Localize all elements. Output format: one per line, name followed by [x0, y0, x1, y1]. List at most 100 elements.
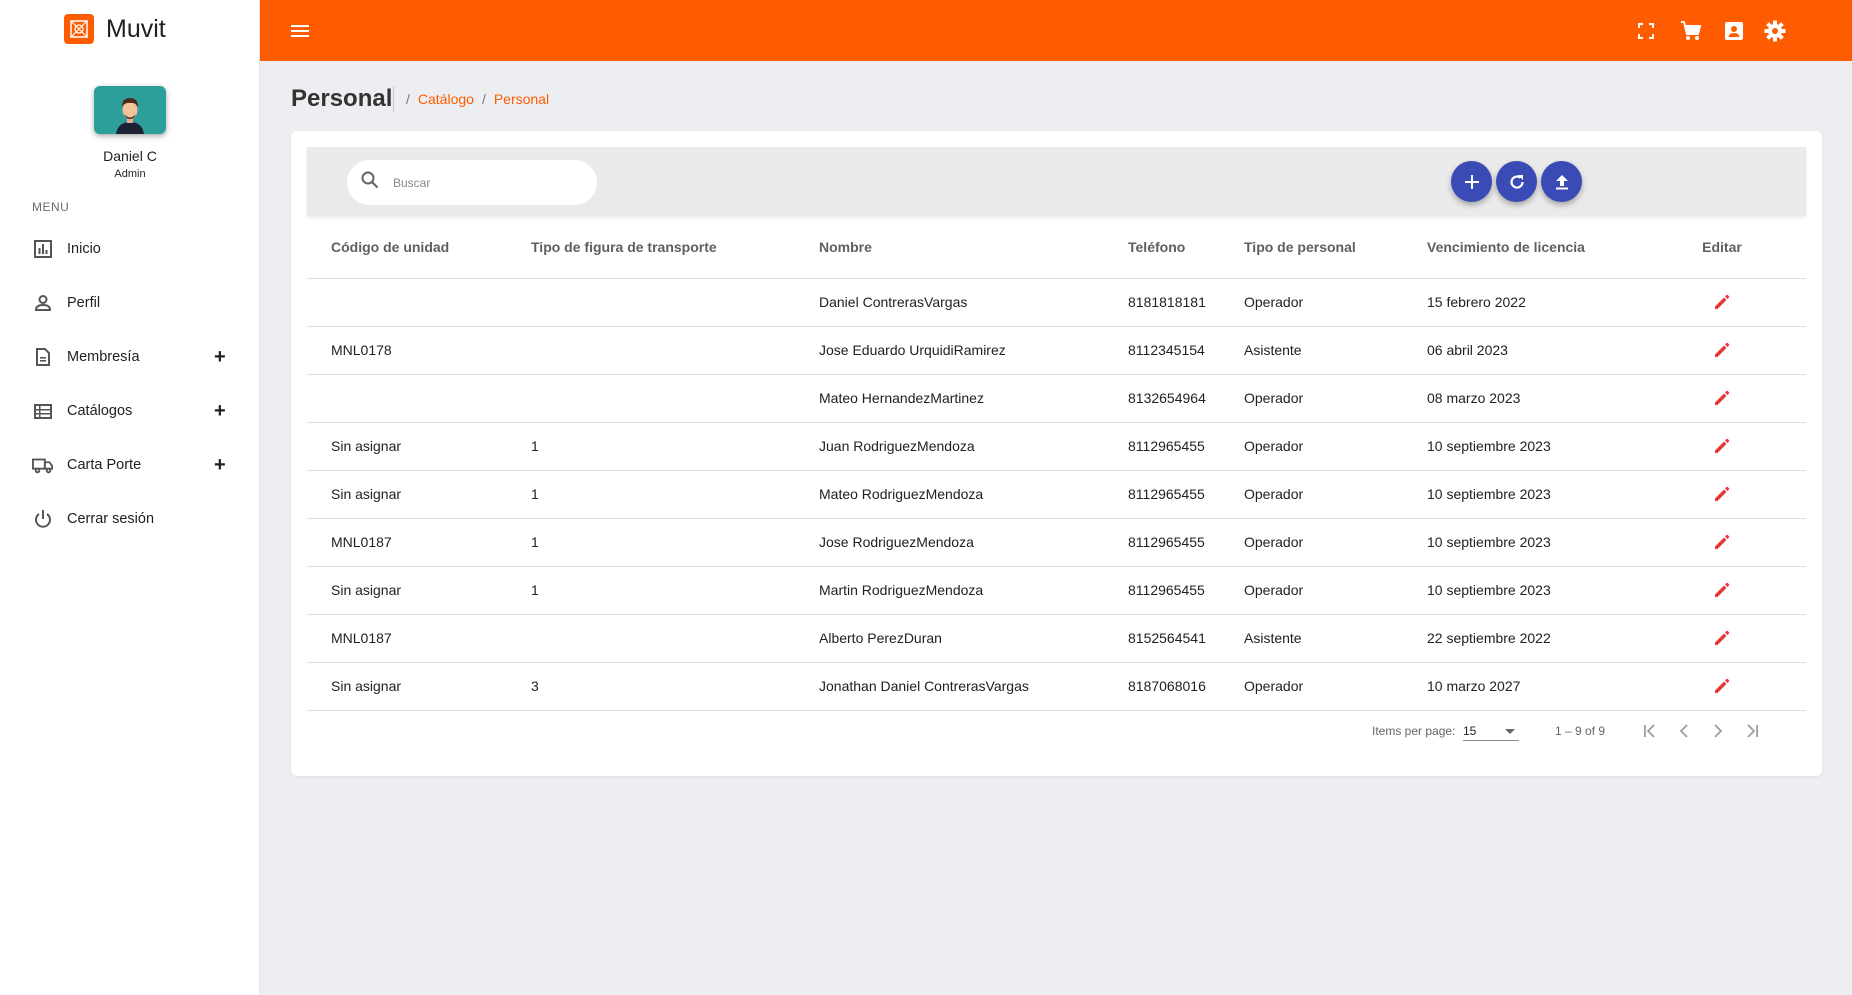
- chevron-left-icon: [1679, 724, 1688, 738]
- menu-icon[interactable]: [287, 18, 313, 44]
- breadcrumb-catalogo[interactable]: Catálogo: [418, 91, 474, 107]
- edit-pencil-icon[interactable]: [1712, 388, 1732, 408]
- cell-vencimiento: 15 febrero 2022: [1403, 278, 1638, 327]
- bar-chart-icon: [32, 238, 54, 260]
- expand-plus-icon[interactable]: +: [214, 454, 226, 477]
- brand[interactable]: Muvit: [64, 14, 166, 44]
- expand-plus-icon[interactable]: +: [214, 346, 226, 369]
- cell-vencimiento: 10 septiembre 2023: [1403, 518, 1638, 567]
- add-icon: [1464, 174, 1479, 189]
- contact-icon[interactable]: [1721, 18, 1747, 44]
- table-row[interactable]: Mateo HernandezMartinez 8132654964 Operado…: [307, 374, 1806, 423]
- cell-telefono: 8132654964: [1104, 374, 1220, 423]
- column-header-codigo[interactable]: Código de unidad: [307, 216, 507, 279]
- edit-pencil-icon[interactable]: [1712, 580, 1732, 600]
- next-page-button[interactable]: [1705, 718, 1731, 744]
- cell-editar: [1638, 326, 1806, 375]
- edit-pencil-icon[interactable]: [1712, 484, 1732, 504]
- cell-tipo-personal: Operador: [1220, 662, 1403, 711]
- breadcrumb-personal[interactable]: Personal: [494, 91, 549, 107]
- cell-tipo-figura: 1: [507, 422, 795, 471]
- cell-nombre: Alberto PerezDuran: [795, 614, 1104, 663]
- column-header-editar: Editar: [1638, 216, 1806, 279]
- column-header-telefono[interactable]: Teléfono: [1104, 216, 1220, 279]
- personal-table: Código de unidad Tipo de figura de trans…: [307, 216, 1806, 711]
- column-header-tipo-personal[interactable]: Tipo de personal: [1220, 216, 1403, 279]
- table-row[interactable]: MNL0187 1 Jose RodriguezMendoza 8112965455 O…: [307, 518, 1806, 567]
- table-row[interactable]: Sin asignar 1 Martin RodriguezMendoza 81129…: [307, 566, 1806, 615]
- cell-tipo-personal: Operador: [1220, 470, 1403, 519]
- table-row[interactable]: MNL0178 Jose Eduardo UrquidiRamirez 811234…: [307, 326, 1806, 375]
- first-page-button[interactable]: [1637, 718, 1663, 744]
- cell-nombre: Daniel ContrerasVargas: [795, 278, 1104, 327]
- search-input[interactable]: [393, 175, 573, 190]
- cell-tipo-figura: 3: [507, 662, 795, 711]
- upload-button[interactable]: [1541, 161, 1582, 202]
- refresh-icon: [1509, 174, 1524, 189]
- app-name: Muvit: [106, 14, 166, 43]
- sidebar-item-label: Cerrar sesión: [67, 511, 155, 527]
- edit-pencil-icon[interactable]: [1712, 532, 1732, 552]
- sidebar-item-perfil[interactable]: Perfil: [0, 276, 260, 330]
- edit-pencil-icon[interactable]: [1712, 340, 1732, 360]
- cell-tipo-figura: [507, 278, 795, 327]
- cell-vencimiento: 10 septiembre 2023: [1403, 566, 1638, 615]
- sidebar-item-inicio[interactable]: Inicio: [0, 222, 260, 276]
- page-size-select[interactable]: 15: [1463, 719, 1519, 741]
- cell-nombre: Martin RodriguezMendoza: [795, 566, 1104, 615]
- paginator: Items per page: 15 1 – 9 of 9: [291, 716, 1822, 746]
- fullscreen-icon[interactable]: [1633, 18, 1659, 44]
- column-header-tipo-figura[interactable]: Tipo de figura de transporte: [507, 216, 795, 279]
- table-body: Daniel ContrerasVargas 8181818181 Operador…: [307, 278, 1806, 711]
- cell-tipo-personal: Asistente: [1220, 326, 1403, 375]
- cell-codigo: [307, 278, 507, 327]
- avatar[interactable]: [94, 86, 166, 134]
- cart-icon[interactable]: [1678, 18, 1704, 44]
- refresh-button[interactable]: [1496, 161, 1537, 202]
- table-row[interactable]: Sin asignar 1 Juan RodriguezMendoza 8112965…: [307, 422, 1806, 471]
- chevron-right-icon: [1714, 724, 1723, 738]
- sidebar-item-label: Carta Porte: [67, 457, 142, 473]
- user-name: Daniel C: [103, 148, 157, 164]
- power-icon: [32, 508, 54, 530]
- table-row[interactable]: Sin asignar 1 Mateo RodriguezMendoza 811296…: [307, 470, 1806, 519]
- cell-editar: [1638, 566, 1806, 615]
- last-page-button[interactable]: [1739, 718, 1765, 744]
- cell-editar: [1638, 278, 1806, 327]
- edit-pencil-icon[interactable]: [1712, 676, 1732, 696]
- document-icon: [32, 346, 54, 368]
- breadcrumb-separator: /: [481, 91, 486, 107]
- table-row[interactable]: MNL0187 Alberto PerezDuran 8152564541 Asist…: [307, 614, 1806, 663]
- search-box: [347, 160, 597, 205]
- chevron-down-icon: [1505, 729, 1515, 734]
- cell-vencimiento: 10 marzo 2027: [1403, 662, 1638, 711]
- cell-editar: [1638, 518, 1806, 567]
- edit-pencil-icon[interactable]: [1712, 436, 1732, 456]
- sidebar-item-catalogos[interactable]: Catálogos +: [0, 384, 260, 438]
- sidebar-item-membresia[interactable]: Membresía +: [0, 330, 260, 384]
- table-row[interactable]: Daniel ContrerasVargas 8181818181 Operador…: [307, 278, 1806, 327]
- add-button[interactable]: [1451, 161, 1492, 202]
- settings-icon[interactable]: [1762, 18, 1788, 44]
- column-header-vencimiento[interactable]: Vencimiento de licencia: [1403, 216, 1638, 279]
- edit-pencil-icon[interactable]: [1712, 292, 1732, 312]
- cell-editar: [1638, 614, 1806, 663]
- cell-telefono: 8112345154: [1104, 326, 1220, 375]
- cell-tipo-personal: Operador: [1220, 278, 1403, 327]
- cell-tipo-personal: Asistente: [1220, 614, 1403, 663]
- first-page-icon: [1644, 724, 1655, 738]
- expand-plus-icon[interactable]: +: [214, 400, 226, 423]
- cell-telefono: 8187068016: [1104, 662, 1220, 711]
- cell-tipo-figura: 1: [507, 566, 795, 615]
- topbar: [260, 0, 1852, 61]
- previous-page-button[interactable]: [1671, 718, 1697, 744]
- cell-vencimiento: 10 septiembre 2023: [1403, 422, 1638, 471]
- cell-editar: [1638, 374, 1806, 423]
- cell-codigo: Sin asignar: [307, 470, 507, 519]
- breadcrumb: / Catálogo / Personal: [406, 91, 549, 107]
- column-header-nombre[interactable]: Nombre: [795, 216, 1104, 279]
- sidebar-item-cerrar-sesion[interactable]: Cerrar sesión: [0, 492, 260, 546]
- sidebar-item-carta-porte[interactable]: Carta Porte +: [0, 438, 260, 492]
- table-row[interactable]: Sin asignar 3 Jonathan Daniel ContrerasVar…: [307, 662, 1806, 711]
- edit-pencil-icon[interactable]: [1712, 628, 1732, 648]
